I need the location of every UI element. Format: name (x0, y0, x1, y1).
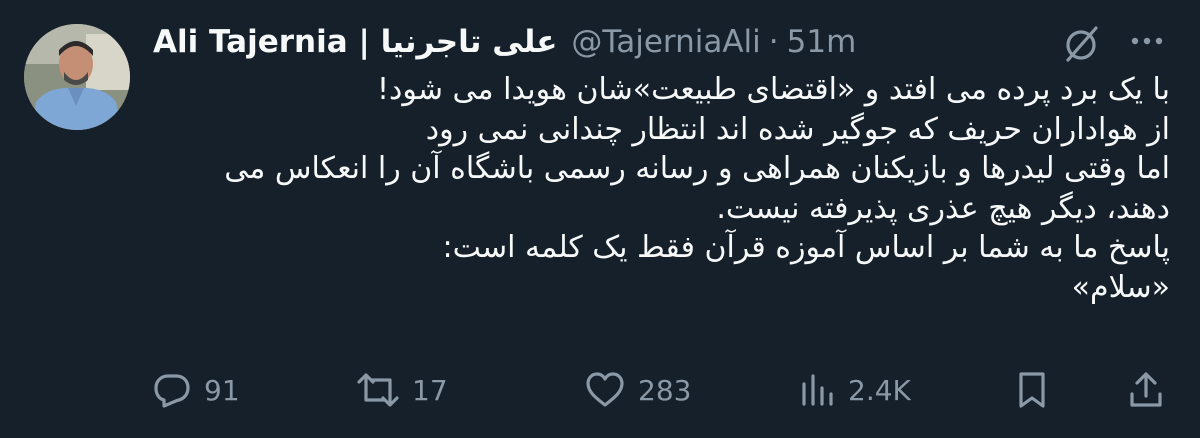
reply-button[interactable]: 91 (152, 362, 240, 418)
reply-count: 91 (204, 373, 240, 407)
retweet-icon (357, 373, 399, 407)
timestamp[interactable]: 51m (787, 24, 857, 60)
views-button[interactable]: 2.4K (800, 362, 911, 418)
tweet-header: Ali Tajernia | علی تاجرنیا @TajerniaAli … (153, 20, 856, 64)
tweet-text-line: «سلام» (1071, 269, 1170, 305)
tweet-text-line: از هواداران حریف که جوگیر شده اند انتظار… (425, 111, 1170, 147)
tweet-text-line: دهند، دیگر هیچ عذری پذیرفته نیست. (716, 190, 1170, 226)
tweet-text-line: با یک برد پرده می افتد و «اقتضای طبیعت»ش… (376, 72, 1170, 107)
views-count: 2.4K (848, 373, 911, 407)
action-bar: 91 17 283 2.4K (150, 362, 1180, 418)
author-display-name[interactable]: Ali Tajernia | علی تاجرنیا (153, 24, 557, 60)
like-button[interactable]: 283 (584, 362, 691, 418)
more-icon[interactable] (1130, 34, 1164, 48)
reply-icon (154, 374, 190, 408)
bookmark-button[interactable] (1016, 362, 1048, 418)
bookmark-icon (1019, 372, 1045, 408)
like-count: 283 (638, 373, 692, 407)
share-button[interactable] (1128, 362, 1164, 418)
retweet-button[interactable]: 17 (356, 362, 448, 418)
tweet-text: با یک برد پرده می افتد و «اقتضای طبیعت»ش… (140, 70, 1170, 307)
grok-icon[interactable] (1062, 24, 1102, 64)
tweet-text-line: اما وقتی لیدرها و بازیکنان همراهی و رسان… (224, 151, 1170, 186)
avatar[interactable] (24, 24, 130, 130)
tweet-text-line: پاسخ ما به شما بر اساس آموزه قرآن فقط یک… (442, 230, 1170, 265)
share-icon (1130, 372, 1162, 407)
like-icon (586, 372, 624, 407)
separator-dot: · (768, 24, 779, 60)
retweet-count: 17 (412, 373, 448, 407)
author-handle[interactable]: @TajerniaAli (571, 24, 760, 60)
views-icon (802, 374, 833, 406)
